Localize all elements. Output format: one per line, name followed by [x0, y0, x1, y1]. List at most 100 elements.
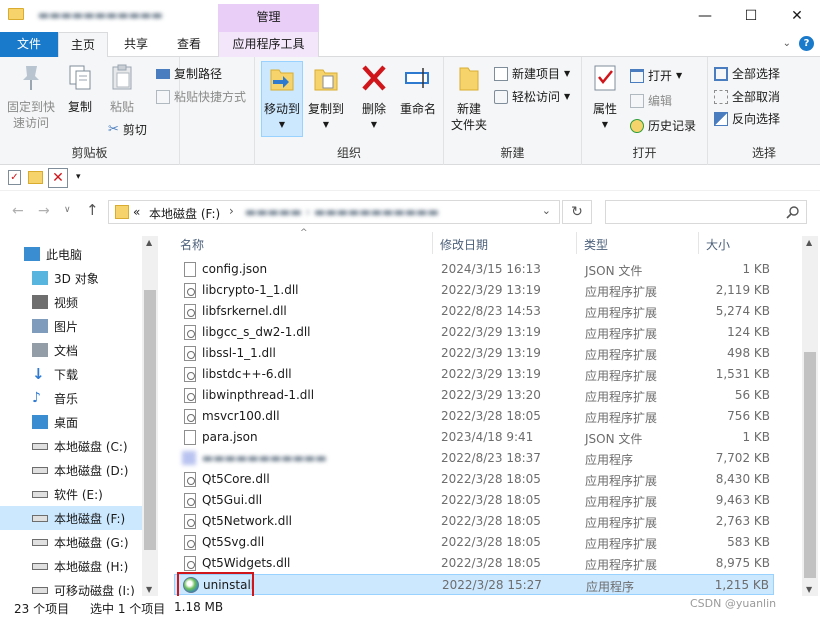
address-crumb-drive[interactable]: 本地磁盘 (F:) [149, 205, 220, 222]
delete-qat-icon[interactable]: ✕ [48, 168, 68, 188]
table-row[interactable]: Qt5Network.dll 2022/3/28 18:05 应用程序扩展 2,763… [174, 511, 774, 532]
file-size: 2,763 KB [715, 514, 770, 528]
table-row[interactable]: Qt5Gui.dll 2022/3/28 18:05 应用程序扩展 9,463 KB [174, 490, 774, 511]
sidebar-item[interactable]: 软件 (E:) [0, 482, 142, 506]
sidebar-item[interactable]: 桌面 [0, 410, 142, 434]
help-icon[interactable]: ? [799, 36, 814, 51]
new-folder-button[interactable]: 新建 文件夹 [448, 62, 490, 133]
table-row[interactable]: Qt5Widgets.dll 2022/3/28 18:05 应用程序扩展 8,975… [174, 553, 774, 574]
table-row[interactable]: para.json 2023/4/18 9:41 JSON 文件 1 KB [174, 427, 774, 448]
forward-arrow-icon[interactable]: → [38, 203, 50, 219]
customize-qat-icon[interactable]: ▾ [76, 172, 81, 182]
scroll-up-icon[interactable]: ▲ [146, 238, 152, 247]
invert-selection-button[interactable]: 反向选择 [714, 110, 780, 127]
column-divider[interactable] [432, 232, 433, 254]
sidebar-item[interactable]: 3D 对象 [0, 266, 142, 290]
sidebar-item[interactable]: 视频 [0, 290, 142, 314]
scroll-up-icon[interactable]: ▲ [806, 238, 812, 247]
pin-quick-access-button[interactable]: 固定到快 速访问 [4, 62, 58, 131]
column-header-name[interactable]: 名称 [180, 236, 204, 253]
tab-file[interactable]: 文件 [0, 32, 58, 57]
copy-button[interactable]: 复制 [60, 62, 100, 115]
copy-path-label: 复制路径 [174, 67, 223, 81]
copy-path-button[interactable]: 复制路径 [156, 65, 222, 82]
usb-drive-icon [32, 586, 48, 594]
column-header-date[interactable]: 修改日期 [440, 236, 488, 253]
sidebar-item[interactable]: 文档 [0, 338, 142, 362]
file-size: 124 KB [727, 325, 770, 339]
sidebar-item[interactable]: 本地磁盘 (G:) [0, 530, 142, 554]
back-arrow-icon[interactable]: ← [12, 203, 24, 219]
table-row[interactable]: libssl-1_1.dll 2022/3/29 13:19 应用程序扩展 498 K… [174, 343, 774, 364]
file-list-scroll-thumb[interactable] [804, 352, 816, 578]
address-overflow[interactable]: « [133, 205, 140, 219]
nav-scrollbar[interactable]: ▲ ▼ [142, 236, 158, 596]
address-crumb-redacted[interactable]: ▬▬▬▬▬ › ▬▬▬▬▬▬▬▬▬▬▬ [245, 205, 439, 219]
column-header-size[interactable]: 大小 [706, 236, 730, 253]
rename-button[interactable]: 重命名 [395, 62, 441, 117]
table-row[interactable]: config.json 2024/3/15 16:13 JSON 文件 1 KB [174, 259, 774, 280]
sidebar-item[interactable]: ♪ 音乐 [0, 386, 142, 410]
table-row[interactable]: Qt5Core.dll 2022/3/28 18:05 应用程序扩展 8,430 KB [174, 469, 774, 490]
address-bar-row: ← → ∨ ↑ « 本地磁盘 (F:) › ▬▬▬▬▬ › ▬▬▬▬▬▬▬▬▬▬… [0, 192, 820, 232]
maximize-button[interactable]: ☐ [728, 0, 774, 32]
file-size: 756 KB [727, 409, 770, 423]
table-row[interactable]: uninstall 2022/3/28 15:27 应用程序 1,215 KB [174, 574, 774, 595]
table-row[interactable]: libgcc_s_dw2-1.dll 2022/3/29 13:19 应用程序扩展 1… [174, 322, 774, 343]
open-button[interactable]: 打开 ▼ [630, 67, 682, 84]
new-folder-qat-icon[interactable] [28, 171, 43, 184]
paste-shortcut-button[interactable]: 粘贴快捷方式 [156, 88, 246, 105]
close-button[interactable]: ✕ [774, 0, 820, 32]
file-size: 9,463 KB [715, 493, 770, 507]
address-separator[interactable]: › [229, 204, 234, 218]
table-row[interactable]: ▬▬▬▬▬▬▬▬▬▬▬ 2022/8/23 18:37 应用程序 7,702 KB [174, 448, 774, 469]
table-row[interactable]: libfsrkernel.dll 2022/8/23 14:53 应用程序扩展 5,2… [174, 301, 774, 322]
sidebar-item[interactable]: 本地磁盘 (C:) [0, 434, 142, 458]
table-row[interactable]: libwinpthread-1.dll 2022/3/29 13:20 应用程序扩展… [174, 385, 774, 406]
new-item-button[interactable]: 新建项目 ▼ [494, 65, 570, 82]
properties-button[interactable]: 属性 ▼ [586, 62, 624, 133]
select-none-button[interactable]: 全部取消 [714, 88, 780, 105]
paste-button[interactable]: 粘贴 [102, 62, 142, 115]
up-arrow-icon[interactable]: ↑ [86, 201, 99, 219]
sidebar-item[interactable]: 图片 [0, 314, 142, 338]
move-to-button[interactable]: 移动到 ▼ [261, 61, 303, 137]
scroll-down-icon[interactable]: ▼ [806, 585, 812, 594]
sidebar-item[interactable]: 此电脑 [0, 242, 142, 266]
tab-view[interactable]: 查看 [166, 32, 212, 57]
sidebar-item[interactable]: ↓ 下载 [0, 362, 142, 386]
address-dropdown-icon[interactable]: ⌄ [542, 204, 551, 217]
table-row[interactable]: libcrypto-1_1.dll 2022/3/29 13:19 应用程序扩展 2,… [174, 280, 774, 301]
sidebar-item[interactable]: 本地磁盘 (D:) [0, 458, 142, 482]
tab-app-tools[interactable]: 应用程序工具 [218, 32, 319, 57]
easy-access-button[interactable]: 轻松访问 ▼ [494, 88, 570, 105]
nav-scroll-thumb[interactable] [144, 290, 156, 550]
history-button[interactable]: 历史记录 [630, 117, 696, 134]
cut-button[interactable]: ✂ 剪切 [108, 121, 147, 138]
table-row[interactable]: libstdc++-6.dll 2022/3/29 13:19 应用程序扩展 1,53… [174, 364, 774, 385]
address-bar[interactable]: « 本地磁盘 (F:) › ▬▬▬▬▬ › ▬▬▬▬▬▬▬▬▬▬▬ ⌄ [108, 200, 560, 224]
tab-home[interactable]: 主页 [58, 32, 108, 58]
sidebar-item[interactable]: 本地磁盘 (H:) [0, 554, 142, 578]
refresh-button[interactable]: ↻ [562, 200, 592, 224]
sidebar-item[interactable]: 本地磁盘 (F:) [0, 506, 142, 530]
scroll-down-icon[interactable]: ▼ [146, 585, 152, 594]
music-icon: ♪ [32, 390, 41, 406]
properties-qat-icon[interactable]: ✓ [8, 170, 21, 185]
column-divider[interactable] [576, 232, 577, 254]
copy-to-button[interactable]: 复制到 ▼ [305, 62, 347, 133]
edit-button[interactable]: 编辑 [630, 92, 672, 109]
file-list-scrollbar[interactable]: ▲ ▼ [802, 236, 818, 596]
select-all-button[interactable]: 全部选择 [714, 65, 780, 82]
expand-ribbon-icon[interactable]: ⌄ [783, 38, 791, 49]
table-row[interactable]: msvcr100.dll 2022/3/28 18:05 应用程序扩展 756 KB [174, 406, 774, 427]
search-input[interactable] [605, 200, 807, 224]
delete-button[interactable]: 删除 ▼ [355, 62, 393, 133]
minimize-button[interactable]: — [682, 0, 728, 32]
column-divider[interactable] [698, 232, 699, 254]
tab-share[interactable]: 共享 [112, 32, 160, 57]
title-bar-icons [8, 8, 24, 20]
table-row[interactable]: Qt5Svg.dll 2022/3/28 18:05 应用程序扩展 583 KB [174, 532, 774, 553]
column-header-type[interactable]: 类型 [584, 236, 608, 253]
recent-dropdown-icon[interactable]: ∨ [64, 205, 71, 215]
